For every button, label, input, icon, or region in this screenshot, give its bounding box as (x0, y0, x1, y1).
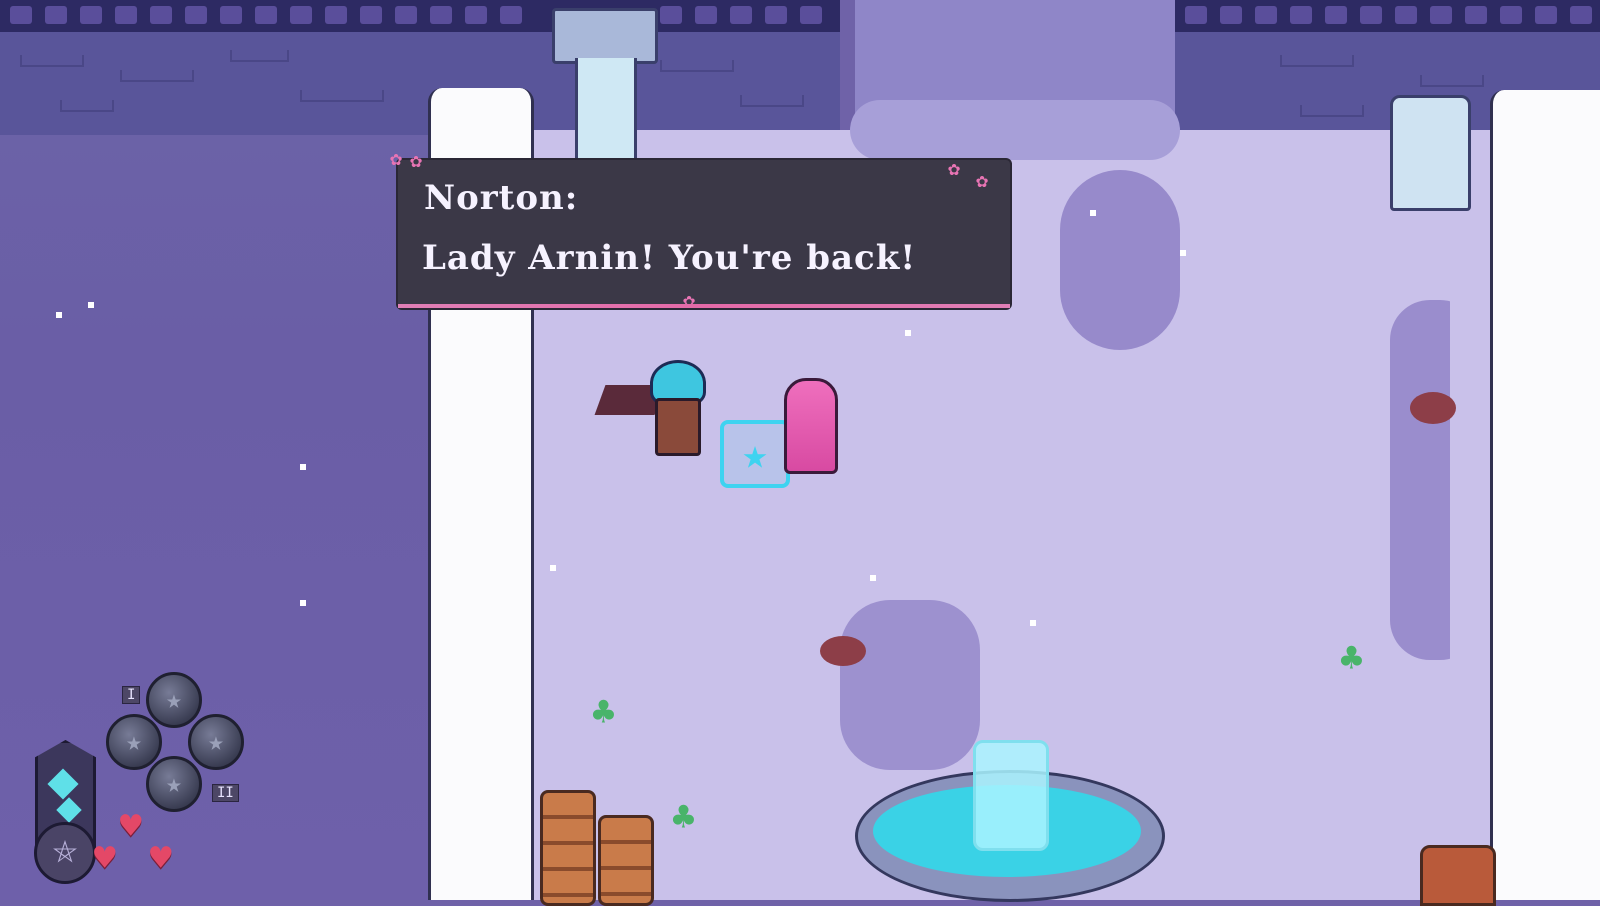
skill-orb-right[interactable]: ★ (188, 714, 244, 770)
skill-orb-top[interactable]: ★ (146, 672, 202, 728)
heart-icon: ♥ (120, 806, 142, 847)
grass-sprout-icon: ♣ (672, 795, 695, 839)
dialog-box[interactable]: ✿ ✿ ✿ ✿ ✿ Norton: Lady Arnin! You're bac… (390, 146, 1010, 312)
flower-decoration-icon: ✿ (976, 168, 989, 192)
slot-label-two: II (212, 784, 239, 802)
pillar (575, 58, 637, 158)
dialog-speaker-name: Norton: (424, 178, 579, 218)
flower-decoration-icon: ✿ (683, 288, 696, 312)
flower-decoration-icon: ✿ (390, 146, 403, 170)
barrel (1420, 845, 1496, 906)
grass-sprout-icon: ♣ (1340, 636, 1363, 680)
interact-star-icon[interactable]: ★ (720, 420, 790, 488)
dialog-accent-bar (398, 304, 1010, 308)
broken-pillar (1390, 95, 1471, 211)
barrel-stack (598, 815, 654, 906)
fountain (855, 740, 1165, 902)
pillar-cap (552, 8, 658, 64)
crystal-icon (47, 768, 79, 800)
flower-decoration-icon: ✿ (948, 156, 961, 180)
crystal-icon (56, 797, 82, 823)
skill-orb-left[interactable]: ★ (106, 714, 162, 770)
pentagram-icon: ⛤ (34, 822, 96, 884)
dead-bush (1410, 392, 1456, 424)
heart-icon: ♥ (150, 838, 172, 879)
snow-wall-right (1490, 90, 1600, 900)
slot-label-one: I (122, 686, 141, 704)
grass-sprout-icon: ♣ (592, 690, 615, 734)
flower-decoration-icon: ✿ (410, 148, 423, 172)
barrel-stack (540, 790, 596, 906)
dialog-text: Lady Arnin! You're back! (422, 238, 917, 278)
heart-icon: ♥ (94, 838, 116, 879)
npc-norton[interactable] (784, 378, 838, 474)
player-character (655, 398, 701, 456)
skill-orb-bottom[interactable]: ★ (146, 756, 202, 812)
dead-bush (820, 636, 866, 666)
